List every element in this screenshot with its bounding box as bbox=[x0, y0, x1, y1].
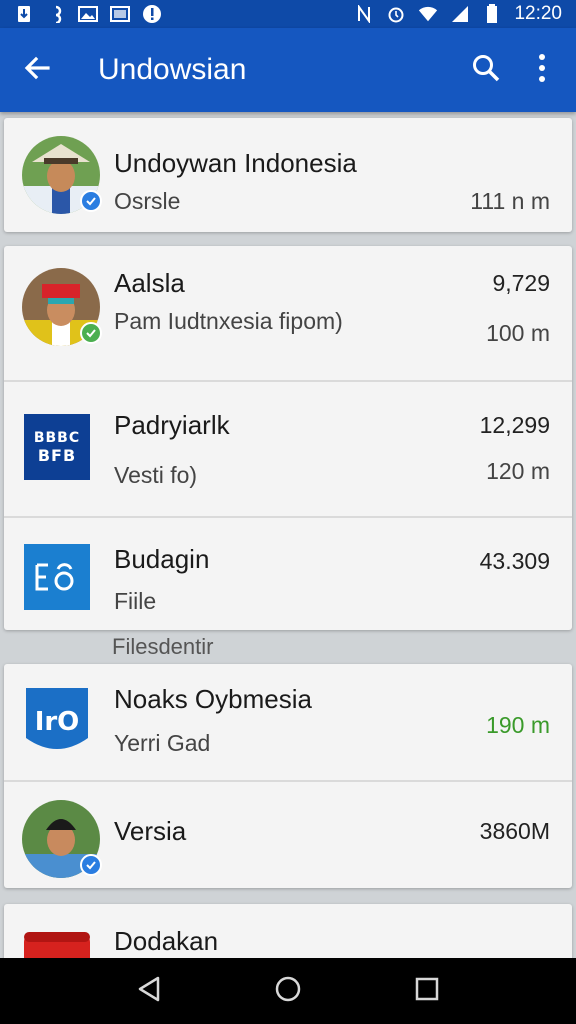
item-subtitle: Vesti fo) bbox=[114, 462, 198, 488]
avatar bbox=[22, 136, 102, 214]
section-header: Filesdentir bbox=[112, 634, 214, 659]
app-bar: Undowsian bbox=[0, 28, 576, 112]
search-button[interactable] bbox=[458, 28, 514, 112]
item-count: 9,729 bbox=[492, 270, 550, 296]
search-icon bbox=[471, 53, 501, 88]
list-item[interactable]: Budagin Fiile 43.309 bbox=[4, 518, 572, 630]
page-title: Undowsian bbox=[98, 53, 247, 86]
item-subtitle: Pam Iudtnxesia fipom) bbox=[114, 308, 343, 334]
overflow-menu-button[interactable] bbox=[514, 28, 570, 112]
app-logo bbox=[24, 926, 90, 958]
gallery-icon bbox=[110, 5, 130, 23]
list-item[interactable]: Dodakan bbox=[4, 904, 572, 958]
app-logo: BBBC BFB bbox=[24, 414, 90, 480]
clock: 12:20 bbox=[514, 3, 562, 24]
item-title: Padryiarlk bbox=[114, 410, 230, 440]
logo-text: IrO bbox=[35, 707, 80, 737]
download-icon bbox=[14, 5, 34, 23]
link-icon bbox=[46, 5, 66, 23]
alert-icon bbox=[142, 5, 162, 23]
list-card: IrO Noaks Oybmesia Yerri Gad 190 m Versi… bbox=[4, 664, 572, 888]
triangle-back-icon bbox=[136, 975, 162, 1008]
battery-icon bbox=[482, 4, 502, 23]
item-title: Dodakan bbox=[114, 926, 219, 956]
verified-icon bbox=[80, 854, 102, 876]
system-nav-bar bbox=[0, 958, 576, 1024]
list-card: Aalsla Pam Iudtnxesia fipom) 9,729 100 m… bbox=[4, 246, 572, 630]
logo-text: BFB bbox=[37, 445, 77, 465]
list-card: Undoywan Indonesia Osrsle 111 n m bbox=[4, 118, 572, 232]
item-title: Noaks Oybmesia bbox=[114, 684, 312, 714]
list-card: Dodakan bbox=[4, 904, 572, 958]
list-item[interactable]: BBBC BFB Padryiarlk Vesti fo) 12,299 120… bbox=[4, 382, 572, 518]
circle-home-icon bbox=[274, 975, 302, 1008]
list-item[interactable]: IrO Noaks Oybmesia Yerri Gad 190 m bbox=[4, 664, 572, 782]
back-arrow-icon bbox=[23, 54, 51, 87]
item-title: Aalsla bbox=[114, 268, 185, 298]
alarm-icon bbox=[386, 5, 406, 23]
list-item[interactable]: Aalsla Pam Iudtnxesia fipom) 9,729 100 m bbox=[4, 246, 572, 382]
photo-icon bbox=[78, 5, 98, 23]
item-title: Undoywan Indonesia bbox=[114, 148, 357, 178]
nav-back-button[interactable] bbox=[119, 961, 179, 1021]
square-recents-icon bbox=[414, 976, 440, 1007]
logo-text: BBBC bbox=[33, 429, 81, 446]
nav-home-button[interactable] bbox=[258, 961, 318, 1021]
item-value: 120 m bbox=[486, 458, 550, 484]
wifi-icon bbox=[418, 5, 438, 23]
list-item[interactable]: Versia 3860M bbox=[4, 782, 572, 894]
list-item[interactable]: Undoywan Indonesia Osrsle 111 n m bbox=[4, 118, 572, 230]
item-count: 12,299 bbox=[479, 412, 550, 438]
app-logo bbox=[24, 544, 90, 610]
item-value: 100 m bbox=[486, 320, 550, 346]
verified-icon bbox=[80, 322, 102, 344]
item-value: 111 n m bbox=[470, 188, 550, 214]
item-title: Versia bbox=[114, 816, 187, 846]
verified-icon bbox=[80, 190, 102, 212]
avatar bbox=[22, 268, 102, 346]
item-title: Budagin bbox=[114, 544, 210, 574]
item-count: 43.309 bbox=[479, 548, 550, 574]
signal-icon bbox=[450, 5, 470, 23]
item-count: 3860M bbox=[479, 818, 550, 844]
item-subtitle: Osrsle bbox=[114, 188, 181, 214]
more-vert-icon bbox=[537, 53, 547, 88]
avatar bbox=[22, 800, 102, 878]
nav-recents-button[interactable] bbox=[397, 961, 457, 1021]
item-value: 190 m bbox=[486, 712, 550, 738]
status-bar: 12:20 bbox=[0, 0, 576, 28]
content-list: Undoywan Indonesia Osrsle 111 n m Aalsla… bbox=[0, 112, 576, 958]
app-logo: IrO bbox=[24, 686, 90, 752]
item-subtitle: Yerri Gad bbox=[114, 730, 211, 756]
item-subtitle: Fiile bbox=[114, 588, 157, 614]
back-button[interactable] bbox=[0, 28, 74, 112]
nfc-icon bbox=[354, 5, 374, 23]
